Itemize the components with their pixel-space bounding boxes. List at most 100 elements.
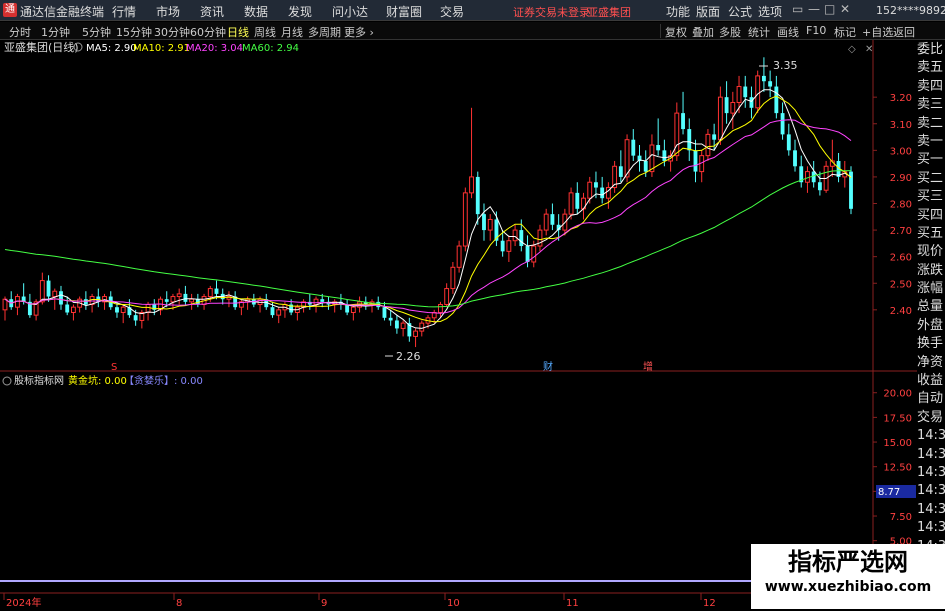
sidebar-item[interactable]: 14:30 <box>917 519 945 537</box>
sidebar-item[interactable]: 涨幅 <box>917 280 945 298</box>
sub-item-huangjinkeng: 黄金坑: 0.00 <box>68 374 127 387</box>
user-phone[interactable]: 152****9892 <box>876 4 945 17</box>
sidebar-item[interactable]: 14:30 <box>917 501 945 519</box>
window-restore-icon[interactable]: ▭ <box>792 2 803 16</box>
login-notice[interactable]: 证券交易未登录 <box>513 4 590 20</box>
sidebar-item[interactable]: 14:30 <box>917 482 945 500</box>
sidebar-item[interactable]: 换手 <box>917 335 945 353</box>
btn-fuquan[interactable]: 复权 <box>665 24 687 40</box>
menu-faxian[interactable]: 发现 <box>288 3 312 20</box>
ma60-legend: MA60: 2.94 <box>242 43 299 54</box>
window-maximize-icon[interactable]: □ <box>824 2 835 16</box>
candle-body <box>519 230 524 247</box>
sidebar-item[interactable]: 收益 <box>917 372 945 390</box>
sidebar-item[interactable]: 14:30 <box>917 464 945 482</box>
btn-biaoji[interactable]: 标记 <box>834 24 856 40</box>
event-mark-zeng[interactable]: 增 <box>643 360 653 373</box>
menu-caifuquan[interactable]: 财富圈 <box>386 3 422 20</box>
candle-body <box>793 150 797 167</box>
btn-fanhui[interactable]: 返回 <box>893 24 915 40</box>
candle-body <box>705 133 711 157</box>
sidebar-item[interactable]: 净资 <box>917 354 945 372</box>
menu-shichang[interactable]: 市场 <box>156 3 180 20</box>
btn-f10[interactable]: F10 <box>806 24 826 37</box>
period-60min[interactable]: 60分钟 <box>190 24 226 40</box>
period-daily[interactable]: 日线 <box>227 24 249 40</box>
period-more[interactable]: 更多 › <box>344 24 374 40</box>
candle-body <box>817 182 822 191</box>
watermark: 指标严选网 www.xuezhibiao.com <box>751 544 945 609</box>
btn-diejia[interactable]: 叠加 <box>692 24 714 40</box>
sidebar-item[interactable]: 总量 <box>917 298 945 316</box>
price-axis: 2.40 2.50 2.60 2.70 2.80 2.90 3.00 3.10 3.20 <box>873 93 912 317</box>
event-mark-s[interactable]: S <box>111 362 117 373</box>
sidebar-item[interactable]: 卖三 <box>917 96 945 114</box>
event-mark-cai[interactable]: 财 <box>543 360 553 373</box>
btn-duogu[interactable]: 多股 <box>719 24 741 40</box>
sub-tick-label: 17.50 <box>883 413 912 424</box>
sidebar-item[interactable]: 自动 <box>917 390 945 408</box>
candle-body <box>618 166 623 177</box>
time-tick-label: 11 <box>566 598 579 609</box>
candle-body <box>774 86 779 114</box>
sidebar-item[interactable]: 交易 <box>917 409 945 427</box>
candle-body <box>65 304 70 313</box>
window-minimize-icon[interactable]: — <box>808 2 820 16</box>
menu-gongneng[interactable]: 功能 <box>666 3 690 20</box>
window-close-icon[interactable]: ✕ <box>840 2 850 16</box>
sidebar-item[interactable]: 买三 <box>917 188 945 206</box>
candle-body <box>176 293 182 298</box>
menu-zixun[interactable]: 资讯 <box>200 3 224 20</box>
sidebar-item[interactable]: 卖四 <box>917 78 945 96</box>
candle-body <box>320 299 325 302</box>
candle-body <box>543 213 549 231</box>
sidebar-item[interactable]: 卖二 <box>917 115 945 133</box>
period-weekly[interactable]: 周线 <box>254 24 276 40</box>
sidebar-item[interactable]: 买二 <box>917 170 945 188</box>
sidebar-item[interactable]: 外盘 <box>917 317 945 335</box>
sub-value-badge: 8.77 <box>878 487 900 498</box>
sidebar-item[interactable]: 现价 <box>917 243 945 261</box>
price-tick-label: 2.60 <box>890 253 912 264</box>
sidebar-item[interactable]: 买四 <box>917 207 945 225</box>
candle-body <box>419 322 425 332</box>
candle-body <box>743 86 748 98</box>
candle-body <box>83 299 88 305</box>
btn-huaxian[interactable]: 画线 <box>777 24 799 40</box>
sidebar-item[interactable]: 买一 <box>917 151 945 169</box>
candle-body <box>487 218 493 231</box>
price-tick-label: 2.90 <box>890 173 912 184</box>
period-5min[interactable]: 5分钟 <box>82 24 111 40</box>
sidebar-item[interactable]: 14:30 <box>917 427 945 445</box>
kline-chart[interactable]: 2.402.502.602.702.802.903.003.103.20 5.0… <box>0 40 917 609</box>
stock-link[interactable]: 亚盛集团 <box>587 4 631 20</box>
panel-close-icon[interactable]: ✕ <box>865 44 873 55</box>
menu-wenxiaoda[interactable]: 问小达 <box>332 3 368 20</box>
sidebar-item[interactable]: 14:30 <box>917 446 945 464</box>
sub-tick-label: 15.00 <box>883 438 912 449</box>
sidebar-item[interactable]: 委比 <box>917 41 945 59</box>
menu-hangqing[interactable]: 行情 <box>112 3 136 20</box>
period-fenshi[interactable]: 分时 <box>9 24 31 40</box>
menu-shuju[interactable]: 数据 <box>244 3 268 20</box>
menu-gongshi[interactable]: 公式 <box>728 3 752 20</box>
sidebar-item[interactable]: 买五 <box>917 225 945 243</box>
menu-banmian[interactable]: 版面 <box>696 3 720 20</box>
btn-zixuan[interactable]: +自选 <box>862 24 893 40</box>
period-15min[interactable]: 15分钟 <box>116 24 152 40</box>
btn-tongji[interactable]: 统计 <box>748 24 770 40</box>
period-monthly[interactable]: 月线 <box>281 24 303 40</box>
period-1min[interactable]: 1分钟 <box>41 24 70 40</box>
candle-body <box>450 266 456 290</box>
period-30min[interactable]: 30分钟 <box>154 24 190 40</box>
menu-jiaoyi[interactable]: 交易 <box>440 3 464 20</box>
panel-move-icon[interactable]: ◇ <box>848 44 856 55</box>
candle-body <box>594 182 598 188</box>
menu-xuanxiang[interactable]: 选项 <box>758 3 782 20</box>
sidebar-item[interactable]: 卖五 <box>917 59 945 77</box>
sidebar-item[interactable]: 卖一 <box>917 133 945 151</box>
candle-body <box>388 317 393 321</box>
candle-body <box>687 129 692 151</box>
sidebar-item[interactable]: 涨跌 <box>917 262 945 280</box>
period-multi[interactable]: 多周期 <box>308 24 341 40</box>
